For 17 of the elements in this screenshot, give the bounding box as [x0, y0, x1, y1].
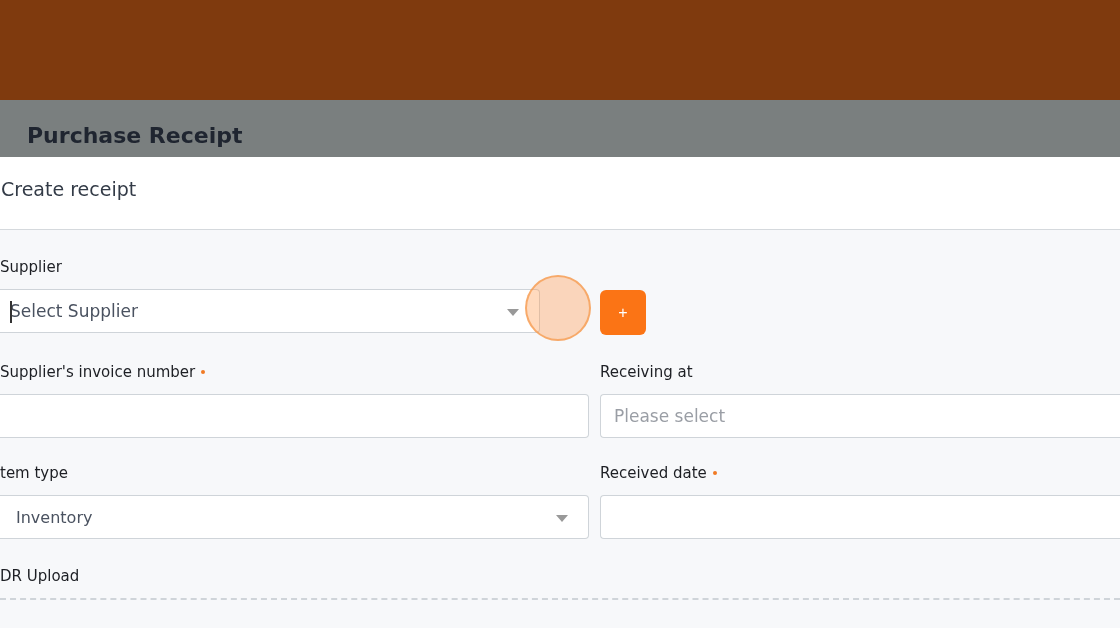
- required-dot: [201, 370, 206, 374]
- field-label: tem type: [0, 464, 68, 482]
- caret-icon: [556, 515, 568, 522]
- field-label: Supplier: [0, 258, 63, 276]
- supplier-select[interactable]: Select Supplier: [0, 289, 540, 333]
- select-field[interactable]: Inventory: [0, 495, 589, 539]
- field-value: Inventory: [15, 507, 93, 527]
- field-label: Received date: [600, 464, 707, 482]
- field-label: DR Upload: [0, 567, 81, 585]
- page-title: Purchase Receipt: [27, 123, 243, 148]
- placeholder-text: Please select: [613, 406, 726, 426]
- caret-icon: [507, 309, 519, 316]
- card-title: Create receipt: [1, 178, 137, 200]
- field-label: Supplier's invoice number: [0, 363, 196, 381]
- field-label: Receiving at: [600, 363, 693, 381]
- placeholder-text: Select Supplier: [9, 301, 138, 321]
- required-dot: [712, 471, 717, 475]
